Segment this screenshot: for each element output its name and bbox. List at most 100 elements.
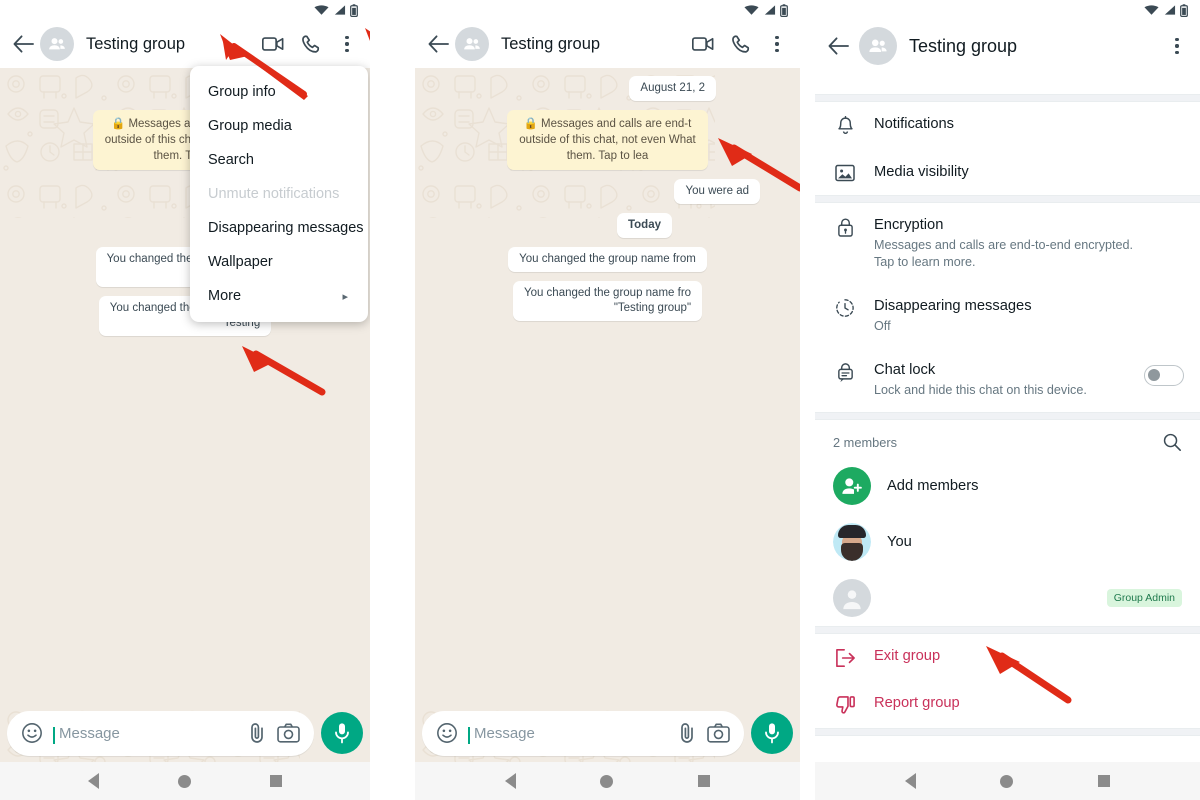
section-divider <box>815 728 1200 736</box>
row-title: Exit group <box>874 648 941 664</box>
app-bar-actions <box>692 33 792 55</box>
row-member-admin[interactable]: Group Admin <box>815 570 1200 626</box>
encryption-line-1: Messages and calls are end-t <box>541 118 692 130</box>
voice-call-button[interactable] <box>300 33 322 55</box>
members-count: 2 members <box>833 434 898 450</box>
rename1-line1: You changed the group name from <box>519 253 696 265</box>
rename2-line1: You changed the group name fro <box>523 287 692 299</box>
nav-back-icon[interactable] <box>505 773 517 789</box>
message-placeholder[interactable]: Message <box>468 725 667 744</box>
signal-icon <box>334 5 346 15</box>
group-avatar[interactable] <box>40 27 74 61</box>
lock-icon: 🔒 <box>523 118 539 130</box>
nav-home-icon[interactable] <box>177 774 191 788</box>
menu-item-group-info[interactable]: Group info <box>190 75 368 109</box>
camera-icon[interactable] <box>707 723 730 743</box>
voice-call-button[interactable] <box>730 33 752 55</box>
video-call-button[interactable] <box>692 33 714 55</box>
row-title: Disappearing messages <box>874 298 1032 314</box>
row-title: Chat lock <box>874 362 936 378</box>
back-button[interactable] <box>423 29 453 59</box>
back-button[interactable] <box>823 31 853 61</box>
menu-item-disappearing-messages[interactable]: Disappearing messages <box>190 211 368 245</box>
page-title[interactable]: Testing group <box>501 35 692 54</box>
compose-field[interactable]: Message <box>422 710 744 756</box>
rename2-line2: "Testing group" <box>613 302 692 314</box>
camera-icon[interactable] <box>277 723 300 743</box>
nav-back-icon[interactable] <box>87 773 99 789</box>
menu-item-wallpaper[interactable]: Wallpaper <box>190 245 368 279</box>
android-nav-bar <box>815 762 1200 800</box>
nav-recents-icon[interactable] <box>270 775 283 787</box>
system-added-pill: You were ad <box>674 179 760 204</box>
nav-recents-icon[interactable] <box>1097 775 1110 787</box>
encryption-line-3: them. Tap to lea <box>566 150 649 162</box>
row-member-you[interactable]: You <box>815 514 1200 570</box>
section-divider <box>815 195 1200 203</box>
wifi-icon <box>314 5 329 15</box>
back-button[interactable] <box>8 29 38 59</box>
message-input-bar: Message <box>415 704 800 800</box>
overflow-menu-button[interactable] <box>1168 35 1186 57</box>
back-arrow-icon <box>828 37 849 55</box>
message-input-bar: Message <box>0 704 370 800</box>
paperclip-icon[interactable] <box>247 722 267 744</box>
avatar-you <box>833 523 871 561</box>
group-people-icon <box>464 38 480 50</box>
menu-item-more[interactable]: More ▸ <box>190 279 368 313</box>
row-disappearing-messages[interactable]: Disappearing messages Off <box>815 284 1200 348</box>
emoji-icon[interactable] <box>436 722 458 744</box>
chat-lock-icon <box>833 361 857 384</box>
encryption-banner[interactable]: 🔒 Messages and calls are end-t outside of… <box>507 110 708 170</box>
top-spacer <box>815 72 1200 94</box>
emoji-icon[interactable] <box>21 722 43 744</box>
image-icon <box>833 163 857 182</box>
avatar-photo <box>833 523 871 561</box>
message-placeholder[interactable]: Message <box>53 725 237 744</box>
nav-home-icon[interactable] <box>600 774 614 788</box>
compose-field[interactable]: Message <box>7 710 314 756</box>
video-call-icon <box>262 37 284 51</box>
menu-item-search[interactable]: Search <box>190 143 368 177</box>
row-add-members[interactable]: Add members <box>815 458 1200 514</box>
row-chat-lock[interactable]: Chat lock Lock and hide this chat on thi… <box>815 348 1200 412</box>
voice-record-button[interactable] <box>321 712 363 754</box>
search-icon[interactable] <box>1162 432 1182 452</box>
paperclip-icon[interactable] <box>677 722 697 744</box>
row-notifications[interactable]: Notifications <box>815 102 1200 150</box>
timer-icon <box>833 297 857 318</box>
row-report-group[interactable]: Report group <box>815 681 1200 728</box>
voice-record-button[interactable] <box>751 712 793 754</box>
nav-recents-icon[interactable] <box>697 775 710 787</box>
group-avatar[interactable] <box>455 27 489 61</box>
overflow-menu-panel1[interactable]: Group info Group media Search Unmute not… <box>190 66 368 322</box>
phone-icon <box>301 34 319 53</box>
overflow-menu-button[interactable] <box>768 33 786 55</box>
app-bar: Testing group <box>415 20 800 68</box>
group-avatar[interactable] <box>859 27 897 65</box>
chat-lock-toggle[interactable] <box>1144 365 1184 386</box>
nav-home-icon[interactable] <box>1000 774 1014 788</box>
nav-back-icon[interactable] <box>905 773 917 789</box>
menu-item-group-media[interactable]: Group media <box>190 109 368 143</box>
back-arrow-icon <box>428 35 449 53</box>
app-bar-actions <box>1168 35 1192 57</box>
exit-icon <box>833 647 857 668</box>
row-media-visibility[interactable]: Media visibility <box>815 150 1200 195</box>
page-title[interactable]: Testing group <box>86 35 262 54</box>
phone-icon <box>731 34 749 53</box>
add-member-icon <box>833 467 871 505</box>
row-exit-group[interactable]: Exit group <box>815 634 1200 681</box>
toggle-knob <box>1148 369 1160 381</box>
microphone-icon <box>335 723 349 744</box>
back-arrow-icon <box>13 35 34 53</box>
video-call-button[interactable] <box>262 33 284 55</box>
section-divider <box>815 412 1200 420</box>
row-encryption[interactable]: Encryption Messages and calls are end-to… <box>815 203 1200 284</box>
screenshot-stage: Testing group August 2 🔒Messages <box>0 0 1200 800</box>
wifi-icon <box>1144 5 1159 15</box>
overflow-menu-button[interactable] <box>338 33 356 55</box>
row-title: Encryption <box>874 217 944 233</box>
android-nav-bar <box>415 762 800 800</box>
row-subtitle: Messages and calls are end-to-end encryp… <box>874 238 1134 269</box>
